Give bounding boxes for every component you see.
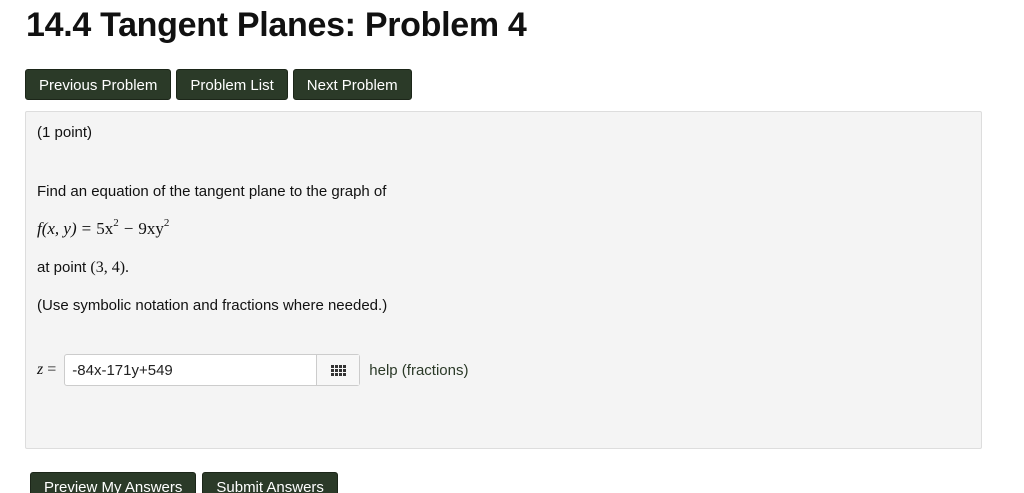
function-formula: f(x, y) = 5x2−9xy2 bbox=[37, 217, 170, 239]
keypad-button[interactable] bbox=[316, 355, 360, 385]
function-term2-exponent: 2 bbox=[163, 217, 170, 230]
at-point-text: at point bbox=[37, 259, 87, 276]
point-value: (3, 4). bbox=[90, 259, 130, 276]
function-term1: 5x bbox=[96, 219, 114, 238]
help-fractions-link[interactable]: help (fractions) bbox=[369, 362, 468, 379]
function-term2: 9xy bbox=[138, 219, 164, 238]
problem-prompt: Find an equation of the tangent plane to… bbox=[37, 183, 387, 200]
answer-variable: z bbox=[37, 361, 44, 378]
points-label: (1 point) bbox=[37, 124, 93, 141]
problem-list-button[interactable]: Problem List bbox=[176, 69, 288, 100]
next-problem-button[interactable]: Next Problem bbox=[292, 69, 412, 100]
answer-actions: Preview My Answers Submit Answers bbox=[30, 472, 338, 493]
answer-row: z = help (fractions) bbox=[37, 354, 468, 386]
preview-answers-button[interactable]: Preview My Answers bbox=[30, 472, 197, 493]
keypad-grid-icon bbox=[330, 364, 346, 376]
point-line: at point (3, 4). bbox=[37, 259, 129, 277]
problem-panel: (1 point) Find an equation of the tangen… bbox=[25, 111, 982, 449]
submit-answers-button[interactable]: Submit Answers bbox=[202, 472, 338, 493]
instruction-text: (Use symbolic notation and fractions whe… bbox=[37, 297, 388, 314]
answer-field-wrapper bbox=[64, 354, 361, 386]
problem-page: 14.4 Tangent Planes: Problem 4 Previous … bbox=[0, 0, 1024, 493]
answer-input[interactable] bbox=[65, 355, 317, 385]
function-equals: = bbox=[81, 219, 92, 238]
problem-nav-bar: Previous Problem Problem List Next Probl… bbox=[25, 69, 412, 100]
function-minus: − bbox=[123, 219, 134, 238]
answer-label: z = bbox=[37, 361, 56, 379]
function-lhs: f(x, y) bbox=[37, 219, 77, 238]
function-term1-exponent: 2 bbox=[113, 217, 119, 230]
page-title: 14.4 Tangent Planes: Problem 4 bbox=[26, 6, 527, 44]
previous-problem-button[interactable]: Previous Problem bbox=[25, 69, 172, 100]
answer-equals: = bbox=[47, 361, 57, 378]
